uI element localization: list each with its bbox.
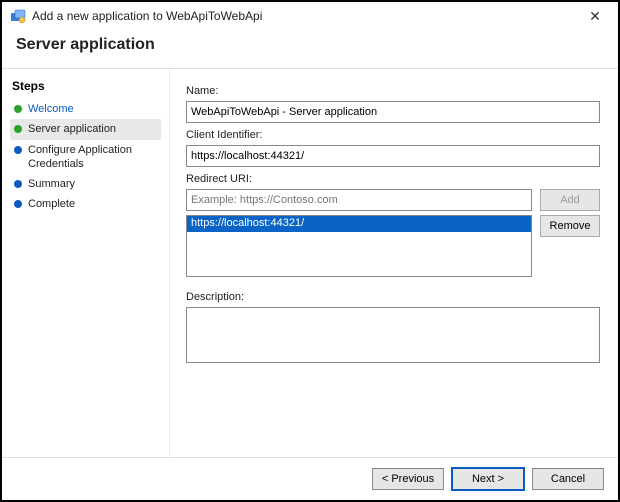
step-label: Configure Application Credentials <box>28 143 157 172</box>
description-label: Description: <box>186 291 600 303</box>
client-id-input[interactable] <box>186 145 600 167</box>
form-area: Name: Client Identifier: Redirect URI: A… <box>170 69 618 457</box>
wizard-icon <box>10 8 26 24</box>
step-label: Server application <box>28 122 116 136</box>
step-welcome[interactable]: Welcome <box>10 99 161 119</box>
redirect-uri-list[interactable]: https://localhost:44321/ <box>186 215 532 277</box>
previous-button[interactable]: < Previous <box>372 468 444 490</box>
wizard-footer: < Previous Next > Cancel <box>2 457 618 499</box>
name-input[interactable] <box>186 101 600 123</box>
step-summary[interactable]: Summary <box>10 174 161 194</box>
step-label: Complete <box>28 197 75 211</box>
step-current-icon <box>14 125 22 133</box>
step-pending-icon <box>14 146 22 154</box>
next-button[interactable]: Next > <box>452 468 524 490</box>
redirect-uri-item[interactable]: https://localhost:44321/ <box>187 216 531 232</box>
cancel-button[interactable]: Cancel <box>532 468 604 490</box>
name-label: Name: <box>186 85 600 97</box>
titlebar: Add a new application to WebApiToWebApi … <box>2 2 618 30</box>
description-input[interactable] <box>186 307 600 363</box>
client-id-label: Client Identifier: <box>186 129 600 141</box>
step-complete[interactable]: Complete <box>10 194 161 214</box>
steps-heading: Steps <box>12 79 161 93</box>
window-title: Add a new application to WebApiToWebApi <box>32 9 262 23</box>
step-complete-icon <box>14 105 22 113</box>
add-button[interactable]: Add <box>540 189 600 211</box>
redirect-uri-label: Redirect URI: <box>186 173 600 185</box>
close-icon[interactable]: ✕ <box>580 8 610 25</box>
step-label: Welcome <box>28 102 74 116</box>
remove-button[interactable]: Remove <box>540 215 600 237</box>
steps-sidebar: Steps Welcome Server application Configu… <box>2 69 170 457</box>
step-configure-credentials[interactable]: Configure Application Credentials <box>10 140 161 175</box>
redirect-uri-input[interactable] <box>186 189 532 211</box>
step-server-application[interactable]: Server application <box>10 119 161 139</box>
page-title: Server application <box>2 30 618 69</box>
step-pending-icon <box>14 180 22 188</box>
step-label: Summary <box>28 177 75 191</box>
step-pending-icon <box>14 200 22 208</box>
